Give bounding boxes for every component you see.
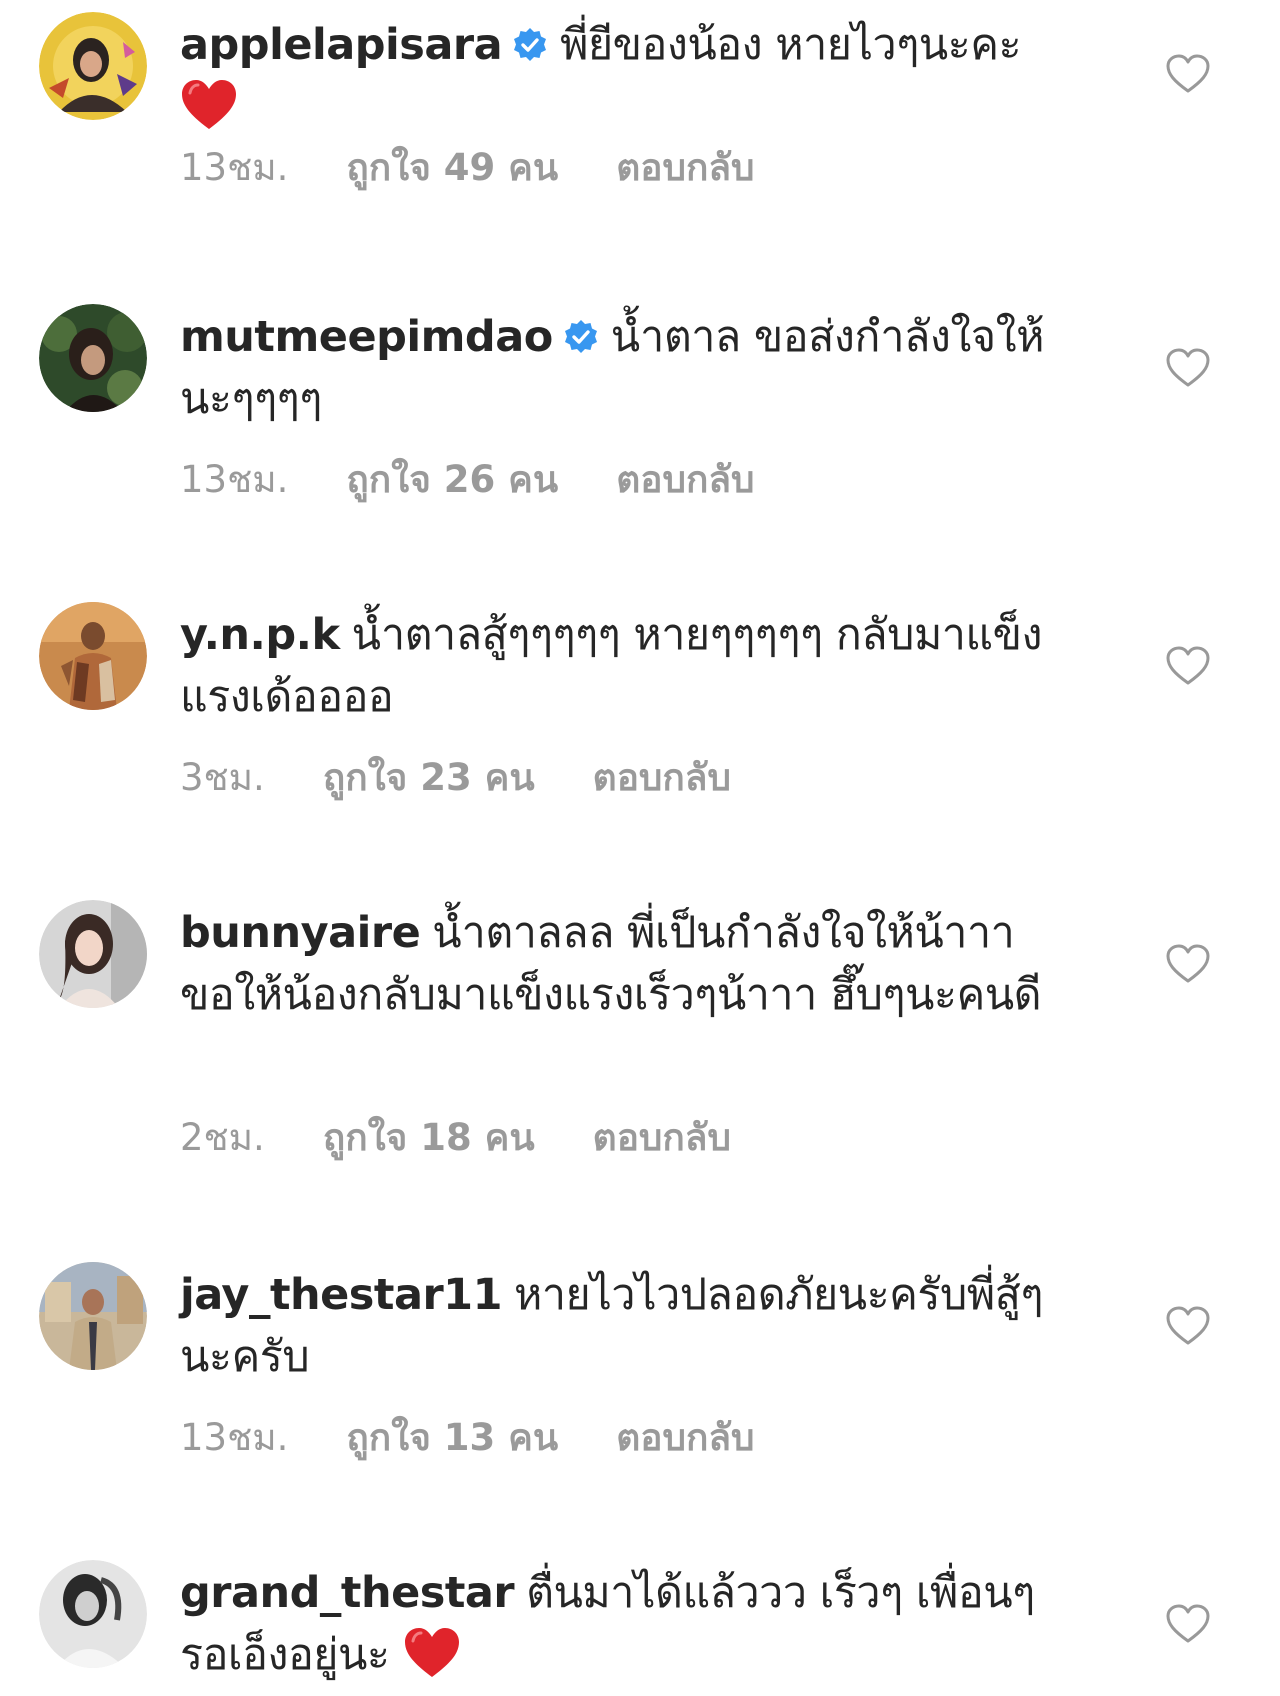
- comment-likes[interactable]: ถูกใจ 18 คน: [323, 1116, 535, 1160]
- avatar[interactable]: [39, 12, 147, 120]
- heart-outline-icon[interactable]: [1166, 348, 1210, 388]
- heart-outline-icon[interactable]: [1166, 54, 1210, 94]
- avatar[interactable]: [39, 304, 147, 412]
- verified-badge-icon: [563, 310, 599, 353]
- red-heart-emoji: [180, 79, 238, 131]
- comment-username[interactable]: applelapisara: [180, 20, 503, 70]
- avatar-image: [39, 1262, 147, 1370]
- reply-button[interactable]: ตอบกลับ: [616, 1416, 754, 1460]
- heart-outline-icon[interactable]: [1166, 1604, 1210, 1644]
- reply-button[interactable]: ตอบกลับ: [616, 458, 754, 502]
- comment-meta: 13ชม. ถูกใจ 13 คน ตอบกลับ: [180, 1416, 755, 1460]
- avatar[interactable]: [39, 1560, 147, 1668]
- heart-outline-icon[interactable]: [1166, 944, 1210, 984]
- comment-username[interactable]: grand_thestar: [180, 1568, 515, 1618]
- comment-time: 3ชม.: [180, 756, 265, 799]
- avatar[interactable]: [39, 602, 147, 710]
- avatar-image: [39, 900, 147, 1008]
- avatar-image: [39, 602, 147, 710]
- comment-time: 13ชม.: [180, 458, 289, 501]
- reply-button[interactable]: ตอบกลับ: [593, 756, 731, 800]
- avatar-image: [39, 304, 147, 412]
- comment-likes[interactable]: ถูกใจ 49 คน: [346, 146, 558, 190]
- comment-username[interactable]: jay_thestar11: [180, 1270, 503, 1320]
- avatar-image: [39, 12, 147, 120]
- comment-likes[interactable]: ถูกใจ 13 คน: [346, 1416, 558, 1460]
- avatar-image: [39, 1560, 147, 1668]
- red-heart-emoji: [403, 1627, 461, 1679]
- verified-badge-icon: [512, 18, 548, 61]
- comment-time: 13ชม.: [180, 146, 289, 189]
- comment-username[interactable]: bunnyaire: [180, 908, 421, 958]
- comment-meta: 13ชม. ถูกใจ 26 คน ตอบกลับ: [180, 458, 755, 502]
- comment-meta: 13ชม. ถูกใจ 49 คน ตอบกลับ: [180, 146, 755, 190]
- comment-meta: 3ชม. ถูกใจ 23 คน ตอบกลับ: [180, 756, 731, 800]
- comment-username[interactable]: mutmeepimdao: [180, 312, 553, 362]
- comment-likes[interactable]: ถูกใจ 23 คน: [323, 756, 535, 800]
- avatar[interactable]: [39, 900, 147, 1008]
- heart-outline-icon[interactable]: [1166, 646, 1210, 686]
- comment-time: 2ชม.: [180, 1116, 265, 1159]
- reply-button[interactable]: ตอบกลับ: [593, 1116, 731, 1160]
- comment-username[interactable]: y.n.p.k: [180, 610, 340, 660]
- reply-button[interactable]: ตอบกลับ: [616, 146, 754, 190]
- comment-text: พี่ยีของน้อง หายไวๆนะคะ: [560, 20, 1022, 70]
- heart-outline-icon[interactable]: [1166, 1306, 1210, 1346]
- comment-likes[interactable]: ถูกใจ 26 คน: [346, 458, 558, 502]
- avatar[interactable]: [39, 1262, 147, 1370]
- comment-time: 13ชม.: [180, 1416, 289, 1459]
- comment-meta: 2ชม. ถูกใจ 18 คน ตอบกลับ: [180, 1116, 731, 1160]
